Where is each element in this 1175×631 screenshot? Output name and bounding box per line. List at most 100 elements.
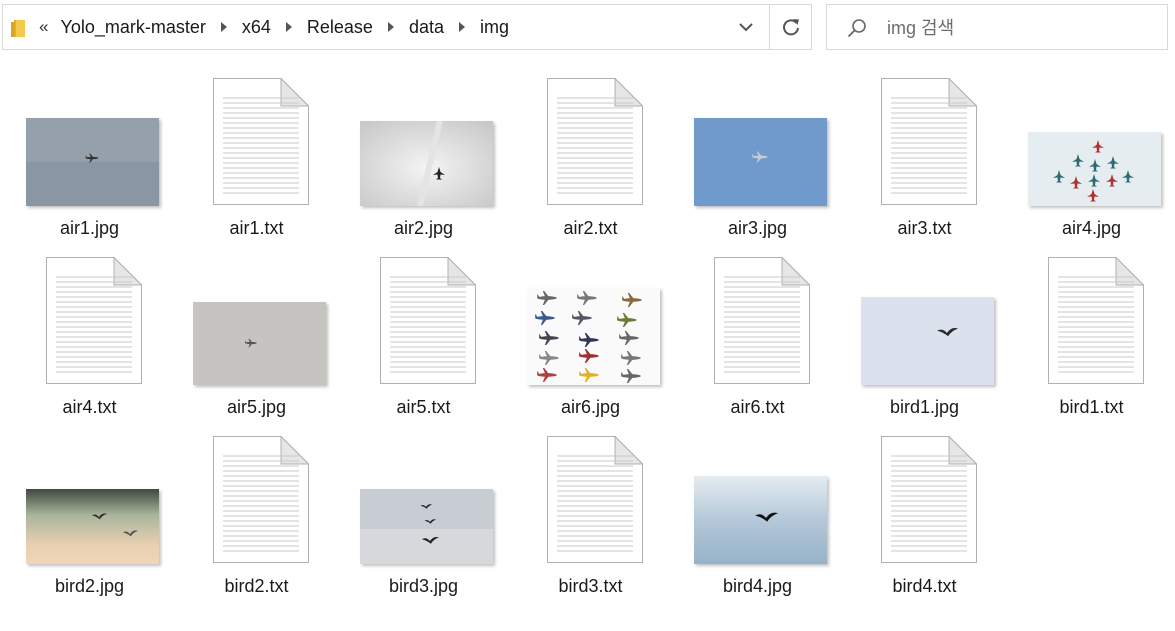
text-document-icon xyxy=(380,257,476,384)
file-item-bird1-jpg[interactable]: bird1.jpg xyxy=(841,239,1008,417)
breadcrumb-overflow[interactable]: « xyxy=(39,17,48,37)
file-item-bird3-jpg[interactable]: bird3.jpg xyxy=(340,418,507,596)
file-thumbnail xyxy=(674,418,841,566)
file-item-bird3-txt[interactable]: bird3.txt xyxy=(507,418,674,596)
file-name: bird4.jpg xyxy=(722,576,793,596)
file-name: air1.txt xyxy=(229,218,284,238)
file-name: air1.jpg xyxy=(59,218,120,238)
file-thumbnail xyxy=(173,239,340,387)
text-document-icon xyxy=(547,436,643,563)
file-name: air3.txt xyxy=(897,218,952,238)
file-item-air4-jpg[interactable]: air4.jpg xyxy=(1008,60,1175,238)
file-item-air5-jpg[interactable]: air5.jpg xyxy=(173,239,340,417)
file-thumbnail xyxy=(674,60,841,208)
image-thumbnail xyxy=(26,118,159,206)
image-thumbnail xyxy=(527,288,660,385)
file-name: air5.txt xyxy=(396,397,451,417)
image-thumbnail xyxy=(694,118,827,206)
file-name: bird4.txt xyxy=(892,576,957,596)
file-name: bird3.jpg xyxy=(388,576,459,596)
file-name: bird2.jpg xyxy=(54,576,125,596)
breadcrumb: « Yolo_mark-master x64 Release data img xyxy=(39,5,509,49)
file-thumbnail xyxy=(173,418,340,566)
file-name: air3.jpg xyxy=(727,218,788,238)
file-thumbnail xyxy=(173,60,340,208)
file-item-air1-jpg[interactable]: air1.jpg xyxy=(6,60,173,238)
file-thumbnail xyxy=(507,418,674,566)
folder-icon xyxy=(11,20,25,37)
file-thumbnail xyxy=(1008,60,1175,208)
file-name: air4.jpg xyxy=(1061,218,1122,238)
image-thumbnail xyxy=(1028,132,1161,206)
search-box[interactable] xyxy=(826,4,1168,50)
file-thumbnail xyxy=(6,239,173,387)
file-item-air4-txt[interactable]: air4.txt xyxy=(6,239,173,417)
address-history-button[interactable] xyxy=(723,5,769,49)
text-document-icon xyxy=(213,436,309,563)
file-item-bird2-txt[interactable]: bird2.txt xyxy=(173,418,340,596)
file-item-bird2-jpg[interactable]: bird2.jpg xyxy=(6,418,173,596)
file-thumbnail xyxy=(340,239,507,387)
file-thumbnail xyxy=(6,418,173,566)
image-thumbnail xyxy=(861,297,994,385)
file-name: air5.jpg xyxy=(226,397,287,417)
file-item-air2-jpg[interactable]: air2.jpg xyxy=(340,60,507,238)
image-thumbnail xyxy=(193,302,326,385)
file-thumbnail xyxy=(674,239,841,387)
file-name: bird1.txt xyxy=(1059,397,1124,417)
file-item-air1-txt[interactable]: air1.txt xyxy=(173,60,340,238)
file-thumbnail xyxy=(1008,239,1175,387)
file-thumbnail xyxy=(507,239,674,387)
file-item-air3-txt[interactable]: air3.txt xyxy=(841,60,1008,238)
text-document-icon xyxy=(1048,257,1144,384)
breadcrumb-item[interactable]: x64 xyxy=(242,17,271,38)
text-document-icon xyxy=(46,257,142,384)
text-document-icon xyxy=(547,78,643,205)
file-name: air4.txt xyxy=(62,397,117,417)
address-bar[interactable]: « Yolo_mark-master x64 Release data img xyxy=(2,4,812,50)
search-icon xyxy=(847,19,866,38)
file-name: air6.jpg xyxy=(560,397,621,417)
chevron-right-icon[interactable] xyxy=(220,21,228,33)
file-item-bird4-jpg[interactable]: bird4.jpg xyxy=(674,418,841,596)
breadcrumb-item[interactable]: data xyxy=(409,17,444,38)
file-thumbnail xyxy=(6,60,173,208)
file-item-air6-jpg[interactable]: air6.jpg xyxy=(507,239,674,417)
breadcrumb-item[interactable]: Yolo_mark-master xyxy=(60,17,205,38)
file-name: air2.jpg xyxy=(393,218,454,238)
search-input[interactable] xyxy=(885,13,1159,43)
file-item-bird4-txt[interactable]: bird4.txt xyxy=(841,418,1008,596)
file-item-air6-txt[interactable]: air6.txt xyxy=(674,239,841,417)
image-thumbnail xyxy=(694,476,827,564)
file-list: air1.jpg air1.txt air2.jpg air2.txt air3.j… xyxy=(0,60,1175,620)
chevron-right-icon[interactable] xyxy=(387,21,395,33)
text-document-icon xyxy=(213,78,309,205)
chevron-down-icon xyxy=(739,23,753,32)
file-thumbnail xyxy=(841,418,1008,566)
file-name: bird2.txt xyxy=(224,576,289,596)
text-document-icon xyxy=(881,78,977,205)
refresh-icon xyxy=(783,19,799,36)
file-thumbnail xyxy=(507,60,674,208)
file-thumbnail xyxy=(340,418,507,566)
chevron-right-icon[interactable] xyxy=(458,21,466,33)
file-name: air2.txt xyxy=(563,218,618,238)
file-thumbnail xyxy=(841,60,1008,208)
file-name: bird3.txt xyxy=(558,576,623,596)
text-document-icon xyxy=(714,257,810,384)
explorer-toolbar: « Yolo_mark-master x64 Release data img xyxy=(0,0,1175,58)
file-item-air3-jpg[interactable]: air3.jpg xyxy=(674,60,841,238)
file-thumbnail xyxy=(340,60,507,208)
image-thumbnail xyxy=(360,121,493,206)
file-name: bird1.jpg xyxy=(889,397,960,417)
file-item-air2-txt[interactable]: air2.txt xyxy=(507,60,674,238)
refresh-button[interactable] xyxy=(769,5,812,49)
image-thumbnail xyxy=(360,489,493,564)
image-thumbnail xyxy=(26,489,159,564)
file-item-bird1-txt[interactable]: bird1.txt xyxy=(1008,239,1175,417)
breadcrumb-item[interactable]: img xyxy=(480,17,509,38)
file-name: air6.txt xyxy=(730,397,785,417)
chevron-right-icon[interactable] xyxy=(285,21,293,33)
file-item-air5-txt[interactable]: air5.txt xyxy=(340,239,507,417)
breadcrumb-item[interactable]: Release xyxy=(307,17,373,38)
